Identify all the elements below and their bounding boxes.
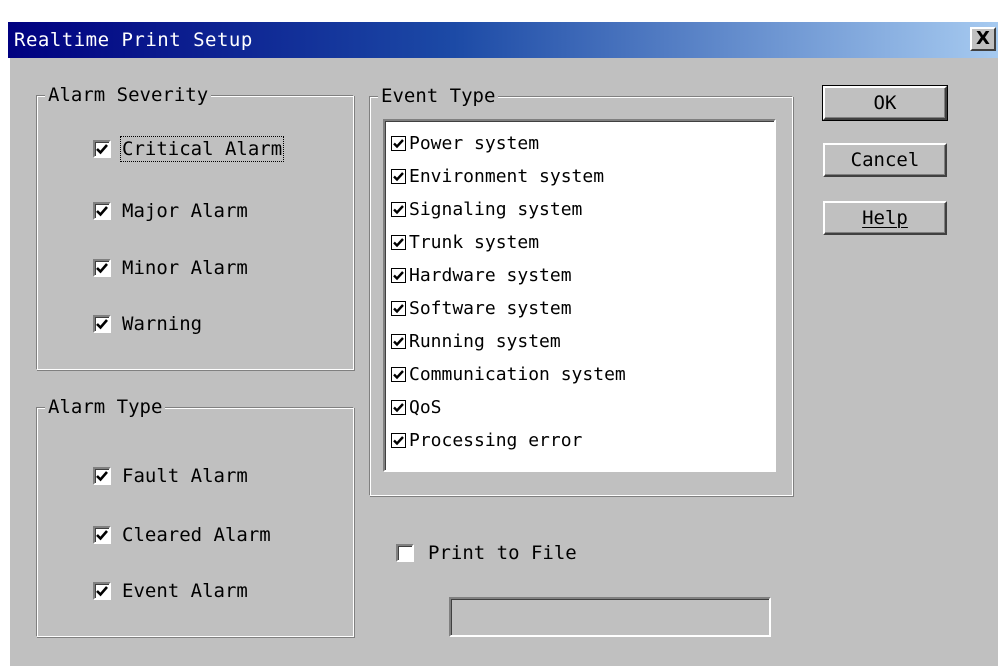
- list-item-label: Power system: [409, 132, 540, 154]
- help-button[interactable]: Help: [823, 201, 947, 235]
- list-checkbox[interactable]: [391, 333, 406, 349]
- event-type-list[interactable]: Power system Environment system Signalin…: [383, 119, 776, 472]
- warning-checkbox[interactable]: Warning: [93, 313, 202, 335]
- checkbox-box[interactable]: [93, 259, 111, 277]
- list-item-label: Signaling system: [409, 198, 583, 220]
- checkmark-icon: [393, 336, 404, 346]
- title-bar[interactable]: Realtime Print Setup X: [8, 22, 998, 58]
- checkmark-icon: [96, 586, 108, 597]
- alarm-type-label: Alarm Type: [45, 396, 166, 418]
- checkmark-icon: [393, 435, 404, 445]
- list-checkbox[interactable]: [391, 432, 406, 448]
- event-type-label: Event Type: [378, 85, 499, 107]
- checkbox-box[interactable]: [396, 544, 414, 562]
- list-item-label: Hardware system: [409, 264, 572, 286]
- cancel-button-label: Cancel: [850, 149, 920, 171]
- checkbox-box[interactable]: [93, 526, 111, 544]
- checkbox-box[interactable]: [93, 140, 111, 158]
- event-alarm-checkbox[interactable]: Event Alarm: [93, 580, 248, 602]
- checkmark-icon: [96, 319, 108, 330]
- cleared-alarm-label: Cleared Alarm: [122, 524, 271, 546]
- checkmark-icon: [393, 171, 404, 181]
- list-item[interactable]: Power system: [391, 131, 539, 155]
- checkmark-icon: [393, 402, 404, 412]
- checkmark-icon: [393, 204, 404, 214]
- checkbox-box[interactable]: [93, 582, 111, 600]
- list-item-label: Communication system: [409, 363, 626, 385]
- list-item[interactable]: Communication system: [391, 362, 626, 386]
- list-item[interactable]: Processing error: [391, 428, 582, 452]
- critical-alarm-label: Critical Alarm: [119, 136, 285, 162]
- fault-alarm-checkbox[interactable]: Fault Alarm: [93, 465, 248, 487]
- alarm-severity-label: Alarm Severity: [45, 84, 212, 106]
- checkmark-icon: [393, 303, 404, 313]
- list-item[interactable]: Environment system: [391, 164, 604, 188]
- checkbox-box[interactable]: [93, 467, 111, 485]
- list-checkbox[interactable]: [391, 300, 406, 316]
- cancel-button[interactable]: Cancel: [823, 143, 947, 177]
- checkmark-icon: [393, 369, 404, 379]
- print-to-file-checkbox[interactable]: Print to File: [396, 542, 577, 564]
- major-alarm-checkbox[interactable]: Major Alarm: [93, 200, 248, 222]
- help-button-label: Help: [862, 207, 908, 229]
- print-to-file-label: Print to File: [428, 542, 577, 564]
- checkmark-icon: [393, 237, 404, 247]
- minor-alarm-label: Minor Alarm: [122, 257, 248, 279]
- list-item-label: Processing error: [409, 429, 583, 451]
- close-button[interactable]: X: [970, 27, 996, 51]
- checkbox-box[interactable]: [93, 202, 111, 220]
- checkmark-icon: [96, 206, 108, 217]
- list-item-label: QoS: [409, 396, 442, 418]
- list-item[interactable]: Software system: [391, 296, 572, 320]
- cleared-alarm-checkbox[interactable]: Cleared Alarm: [93, 524, 271, 546]
- list-item-label: Software system: [409, 297, 572, 319]
- list-checkbox[interactable]: [391, 168, 406, 184]
- alarm-type-group: Alarm Type: [36, 396, 354, 637]
- list-item-label: Environment system: [409, 165, 605, 187]
- minor-alarm-checkbox[interactable]: Minor Alarm: [93, 257, 248, 279]
- checkmark-icon: [96, 530, 108, 541]
- checkmark-icon: [96, 471, 108, 482]
- checkmark-icon: [96, 263, 108, 274]
- file-path-field[interactable]: [449, 597, 771, 637]
- ok-button[interactable]: OK: [822, 85, 948, 121]
- checkmark-icon: [393, 270, 404, 280]
- list-checkbox[interactable]: [391, 135, 406, 151]
- checkmark-icon: [96, 144, 108, 155]
- list-item[interactable]: Running system: [391, 329, 561, 353]
- warning-label: Warning: [122, 313, 203, 335]
- list-checkbox[interactable]: [391, 201, 406, 217]
- critical-alarm-checkbox[interactable]: Critical Alarm: [93, 136, 285, 162]
- list-item[interactable]: Signaling system: [391, 197, 582, 221]
- major-alarm-label: Major Alarm: [122, 200, 248, 222]
- checkbox-box[interactable]: [93, 315, 111, 333]
- list-item[interactable]: QoS: [391, 395, 442, 419]
- list-checkbox[interactable]: [391, 267, 406, 283]
- event-alarm-label: Event Alarm: [122, 580, 248, 602]
- list-item-label: Trunk system: [409, 231, 540, 253]
- list-item[interactable]: Trunk system: [391, 230, 539, 254]
- list-item[interactable]: Hardware system: [391, 263, 572, 287]
- list-checkbox[interactable]: [391, 399, 406, 415]
- ok-button-label: OK: [873, 92, 897, 114]
- window-title: Realtime Print Setup: [14, 29, 253, 51]
- list-checkbox[interactable]: [391, 366, 406, 382]
- close-icon: X: [976, 28, 990, 49]
- list-item-label: Running system: [409, 330, 561, 352]
- checkmark-icon: [393, 138, 404, 148]
- fault-alarm-label: Fault Alarm: [122, 465, 248, 487]
- list-checkbox[interactable]: [391, 234, 406, 250]
